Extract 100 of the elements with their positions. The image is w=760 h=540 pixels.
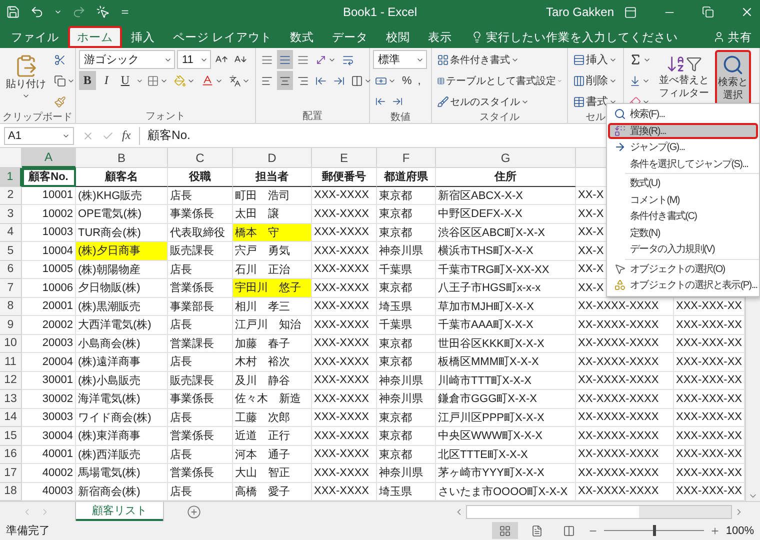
table-cell: XXX-XXX-XX [674,446,745,464]
insert-function-button[interactable]: fx [122,128,131,143]
row-header[interactable]: 5 [0,242,22,260]
table-cell: 店長 [168,186,233,205]
table-cell: XX-XXXX-XXXX [576,408,674,427]
table-cell: 茅ヶ崎市YYY町X-X-X [436,464,576,482]
italic-button[interactable]: I [98,71,115,90]
tell-me-field[interactable]: 実行したい作業を入力してください [467,26,682,48]
column-header[interactable]: B [76,148,168,168]
table-cell: 小島商会(株) [76,334,168,353]
table-cell: 工藤 次郎 [233,408,312,427]
table-cell: XX-XXXX-XXXX [576,298,674,316]
status-text: 準備完了 [6,524,50,538]
name-box[interactable]: A1 [4,126,74,144]
row-header[interactable]: 1 [0,168,22,186]
row-header[interactable]: 18 [0,482,22,501]
share-button[interactable]: 共有 [707,26,758,48]
table-cell: 神奈川県 [377,464,436,482]
table-cell: XXX-XXX-XX [674,353,745,372]
group-label: スタイル [480,111,520,124]
row-header[interactable]: 10 [0,334,22,353]
table-cell: 大西洋電気(株) [76,316,168,334]
row-header[interactable]: 7 [0,279,22,298]
delete-button[interactable]: 削除 [571,71,620,90]
underline-button[interactable]: U [116,71,134,90]
row-header[interactable]: 11 [0,353,22,372]
table-cell: XXX-XXXX [312,224,377,242]
column-header[interactable]: C [168,148,233,168]
table-cell: 宇田川 悠子 [233,279,312,298]
ribbon-tab[interactable]: 校閲 [377,26,420,48]
table-cell: 都道府県 [377,168,436,186]
column-header[interactable]: G [436,148,576,168]
table-cell: 神奈川県 [377,390,436,408]
table-cell: 大山 智正 [233,464,312,482]
table-cell: 30003 [22,408,76,427]
table-cell: 10005 [22,260,76,279]
sheet-tab[interactable]: 顧客リスト [76,502,163,521]
table-cell: 30004 [22,427,76,446]
table-cell: XX-XXXX-XXXX [576,372,674,390]
table-cell: 営業係長 [168,464,233,482]
row-header[interactable]: 8 [0,298,22,316]
row-header[interactable]: 13 [0,390,22,408]
row-header[interactable]: 17 [0,464,22,482]
ribbon-tab[interactable]: 挿入 [122,26,164,48]
table-cell: XXX-XXX-XX [674,408,745,427]
comma-button[interactable]: , [416,71,423,90]
table-cell: XXX-XXX-XX [674,372,745,390]
table-cell: 20004 [22,353,76,372]
row-header[interactable]: 16 [0,446,22,464]
ribbon-tab[interactable]: ファイル [2,26,68,48]
table-cell: 八王子市HGS町x-x-x [436,279,576,298]
conditional-format-button[interactable]: 条件付き書式 [435,50,564,69]
font-size-field[interactable]: 11 [177,50,211,69]
table-cell: (株)朝陽物産 [76,260,168,279]
menu-item[interactable]: 条件を選択してジャンプ(S)... [608,156,758,172]
ribbon-tab[interactable]: ページ レイアウト [164,26,282,48]
insert-button[interactable]: 挿入 [571,50,620,69]
number-format-field[interactable]: 標準 [373,50,427,69]
table-cell: 川崎市TTT町X-X-X [436,372,576,390]
row-header[interactable]: 14 [0,408,22,427]
paste-button[interactable]: 貼り付け [3,50,49,111]
percent-button[interactable]: % [400,71,414,90]
table-cell: TUR商会(株) [76,224,168,242]
table-format-button[interactable]: テーブルとして書式設定 [435,71,564,90]
row-header[interactable]: 2 [0,186,22,205]
row-header[interactable]: 4 [0,224,22,242]
table-cell: 10001 [22,186,76,205]
table-cell: 東京都 [377,427,436,446]
row-header[interactable]: 6 [0,260,22,279]
row-header[interactable]: 3 [0,205,22,224]
table-cell: OPE電気(株) [76,205,168,224]
table-cell: (株)KHG販売 [76,186,168,205]
column-header[interactable]: F [377,148,436,168]
ribbon-tab[interactable]: 数式 [281,26,324,48]
table-cell: 代表取締役 [168,224,233,242]
table-cell: XX-XXXX-XXXX [576,390,674,408]
column-header[interactable]: D [233,148,312,168]
table-cell: XXX-XXXX [312,334,377,353]
table-cell: 埼玉県 [377,482,436,501]
menu-item[interactable]: 置換(R)... [608,122,758,139]
column-header[interactable]: A [22,148,76,168]
ribbon-tab[interactable]: ホーム [68,26,122,48]
table-cell: XXX-XXXX [312,205,377,224]
ribbon-tab[interactable]: データ [323,26,378,48]
row-header[interactable]: 15 [0,427,22,446]
table-cell: 千葉県 [377,260,436,279]
table-cell: 馬場電気(株) [76,464,168,482]
table-cell: XX-XXXX-XXXX [576,482,674,501]
row-header[interactable]: 12 [0,372,22,390]
ribbon-tab[interactable]: 表示 [419,26,462,48]
font-name-field[interactable]: 游ゴシック [79,50,175,69]
table-cell: 住所 [436,168,576,186]
table-cell: 神奈川県 [377,242,436,260]
cell-style-button[interactable]: セルのスタイル [435,92,564,111]
zoom-level[interactable]: 100% [726,524,754,536]
table-cell: 石川 正治 [233,260,312,279]
bold-button[interactable]: B [79,71,96,90]
column-header[interactable]: E [312,148,377,168]
table-cell: 10006 [22,279,76,298]
row-header[interactable]: 9 [0,316,22,334]
